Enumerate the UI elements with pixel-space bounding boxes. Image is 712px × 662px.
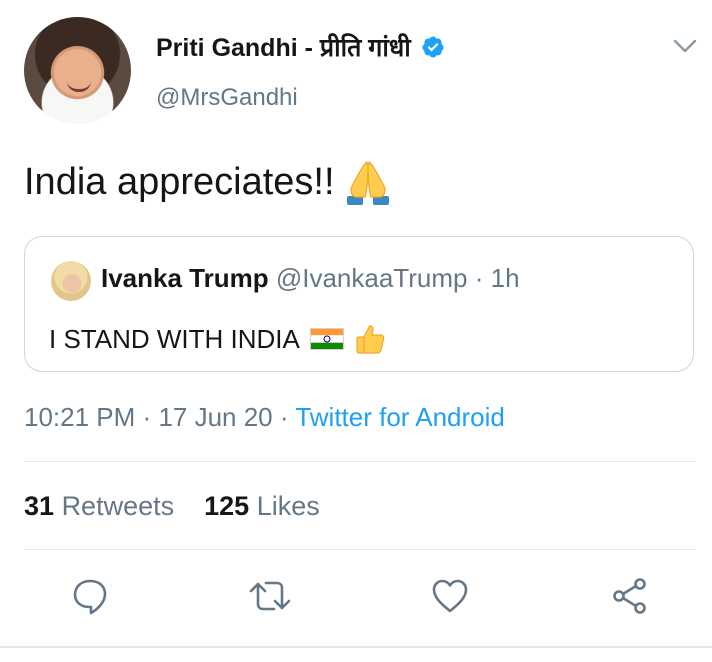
like-button[interactable] xyxy=(428,574,472,618)
tweet-text-content: India appreciates!! xyxy=(24,160,335,203)
reply-button[interactable] xyxy=(68,574,112,618)
chevron-down-icon[interactable] xyxy=(672,36,698,56)
author-avatar[interactable] xyxy=(24,17,131,124)
retweets-label: Retweets xyxy=(61,491,175,521)
folded-hands-emoji-icon xyxy=(346,161,389,205)
author-handle[interactable]: @MrsGandhi xyxy=(156,84,298,112)
share-icon xyxy=(613,578,646,614)
tweet-time[interactable]: 10:21 PM xyxy=(24,402,135,432)
likes-count: 125 xyxy=(204,491,250,521)
reply-icon xyxy=(73,579,107,615)
share-button[interactable] xyxy=(608,574,652,618)
quoted-time-ago: 1h xyxy=(490,263,520,293)
tweet-stats: 31 Retweets 125 Likes xyxy=(24,491,320,522)
tweet-action-bar xyxy=(0,574,712,624)
retweets-count: 31 xyxy=(24,491,55,521)
quoted-author-name[interactable]: Ivanka Trump xyxy=(101,263,269,293)
timestamp-separator: · xyxy=(142,402,152,432)
quoted-author-handle[interactable]: @IvankaaTrump xyxy=(276,263,468,293)
quoted-separator: · xyxy=(474,263,484,293)
quoted-tweet-header: Ivanka Trump @IvankaaTrump · 1h xyxy=(101,263,520,294)
thumbs-up-emoji-icon xyxy=(356,325,385,354)
tweet-date[interactable]: 17 Jun 20 xyxy=(158,402,272,432)
likes-label: Likes xyxy=(256,491,320,521)
retweets-stat[interactable]: 31 Retweets xyxy=(24,491,174,521)
quoted-tweet-card[interactable]: Ivanka Trump @IvankaaTrump · 1h I STAND … xyxy=(24,236,694,372)
tweet-text: India appreciates!! xyxy=(24,158,395,206)
quoted-tweet-text: I STAND WITH INDIA xyxy=(49,323,386,355)
divider xyxy=(24,549,696,550)
retweet-button[interactable] xyxy=(248,574,292,618)
quoted-tweet-text-content: I STAND WITH INDIA xyxy=(49,323,300,354)
source-separator: · xyxy=(279,402,289,432)
tweet-source-link[interactable]: Twitter for Android xyxy=(295,402,505,432)
author-display-name[interactable]: Priti Gandhi - प्रीति गांधी xyxy=(156,30,411,64)
verified-badge-icon xyxy=(422,36,444,58)
tweet-timestamp-row: 10:21 PM · 17 Jun 20 · Twitter for Andro… xyxy=(24,402,505,433)
bottom-divider xyxy=(0,646,712,648)
heart-icon xyxy=(432,579,468,613)
retweet-icon xyxy=(249,581,291,611)
divider xyxy=(24,461,696,462)
likes-stat[interactable]: 125 Likes xyxy=(204,491,320,521)
india-flag-emoji-icon xyxy=(309,328,344,350)
author-name-row[interactable]: Priti Gandhi - प्रीति गांधी xyxy=(156,30,445,64)
quoted-author-avatar[interactable] xyxy=(51,261,91,301)
